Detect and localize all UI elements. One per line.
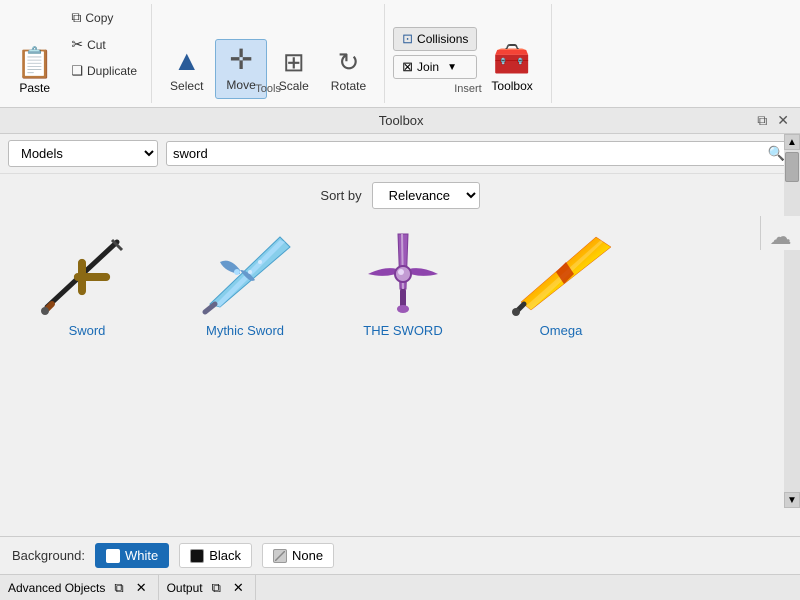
main-area: Toolbox ⧉ ✕ Models 🔍 Sort by Relevance: [0, 108, 800, 600]
item-label: Mythic Sword: [206, 323, 284, 338]
status-bar: Advanced Objects ⧉ ✕ Output ⧉ ✕: [0, 574, 800, 600]
scrollbar-down-button[interactable]: ▼: [784, 492, 800, 508]
collisions-button[interactable]: ⊡ Collisions: [393, 27, 477, 51]
collisions-label: Collisions: [417, 32, 468, 46]
output-label: Output: [167, 581, 203, 595]
toolbox-header: Toolbox ⧉ ✕: [0, 108, 800, 134]
item-label: Omega: [540, 323, 583, 338]
toolbox-header-controls: ⧉ ✕: [754, 112, 792, 129]
output-pin-button[interactable]: ⧉: [209, 580, 224, 596]
item-image: [22, 229, 152, 319]
toolbox-search-row: Models 🔍: [0, 134, 800, 174]
background-label: Background:: [12, 548, 85, 563]
none-background-button[interactable]: None: [262, 543, 334, 568]
list-item[interactable]: Mythic Sword: [170, 225, 320, 342]
cloud-icon: ☁: [770, 224, 792, 250]
scrollbar-track: ▲ ▼: [784, 134, 800, 508]
cut-label: Cut: [87, 38, 106, 52]
join-label: Join: [417, 60, 439, 74]
copy-button[interactable]: ⧉ Copy: [65, 7, 143, 28]
join-button[interactable]: ⊠ Join ▼: [393, 55, 477, 79]
advanced-objects-section: Advanced Objects ⧉ ✕: [0, 575, 159, 600]
list-item[interactable]: THE SWORD: [328, 225, 478, 342]
item-image: [180, 229, 310, 319]
list-item[interactable]: Omega: [486, 225, 636, 342]
models-dropdown[interactable]: Models: [8, 140, 158, 167]
output-close-button[interactable]: ✕: [230, 580, 247, 596]
black-label: Black: [209, 548, 241, 563]
toolbar: 📋 Paste ⧉ Copy ✂ Cut ❑ Duplicate Clipboa…: [0, 0, 800, 108]
item-label: Sword: [69, 323, 106, 338]
search-input[interactable]: [173, 146, 768, 161]
output-section: Output ⧉ ✕: [159, 575, 256, 600]
list-item[interactable]: Sword: [12, 225, 162, 342]
background-bar: Background: White Black None: [0, 536, 800, 574]
item-image: [338, 229, 468, 319]
toolbox-panel: Toolbox ⧉ ✕ Models 🔍 Sort by Relevance: [0, 108, 800, 600]
sort-label: Sort by: [320, 188, 361, 203]
paste-label: Paste: [19, 81, 50, 95]
scrollbar-up-button[interactable]: ▲: [784, 134, 800, 150]
cut-button[interactable]: ✂ Cut: [65, 34, 143, 55]
insert-label: Insert: [385, 79, 551, 95]
toolbox-close-button[interactable]: ✕: [774, 112, 792, 129]
tools-label: Tools: [152, 79, 384, 95]
toolbox-pin-button[interactable]: ⧉: [754, 112, 770, 129]
duplicate-button[interactable]: ❑ Duplicate: [65, 61, 143, 81]
white-background-button[interactable]: White: [95, 543, 169, 568]
copy-label: Copy: [85, 11, 113, 25]
none-label: None: [292, 548, 323, 563]
black-swatch: [190, 549, 204, 563]
item-label: THE SWORD: [363, 323, 442, 338]
scrollbar-thumb[interactable]: [785, 152, 799, 182]
items-grid: Sword: [0, 217, 800, 358]
advanced-objects-label: Advanced Objects: [8, 581, 105, 595]
white-swatch: [106, 549, 120, 563]
paste-button[interactable]: 📋 Paste: [8, 45, 61, 99]
duplicate-label: Duplicate: [87, 64, 137, 78]
right-panel: ☁: [760, 216, 800, 250]
search-input-wrapper: 🔍: [166, 141, 792, 166]
black-background-button[interactable]: Black: [179, 543, 252, 568]
advanced-objects-close-button[interactable]: ✕: [133, 580, 150, 596]
sort-row: Sort by Relevance: [0, 174, 800, 217]
advanced-objects-pin-button[interactable]: ⧉: [111, 580, 126, 596]
sort-dropdown[interactable]: Relevance: [372, 182, 480, 209]
none-swatch: [273, 549, 287, 563]
item-image: [496, 229, 626, 319]
toolbox-title: Toolbox: [48, 113, 754, 128]
search-icon: 🔍: [768, 145, 785, 162]
white-label: White: [125, 548, 158, 563]
